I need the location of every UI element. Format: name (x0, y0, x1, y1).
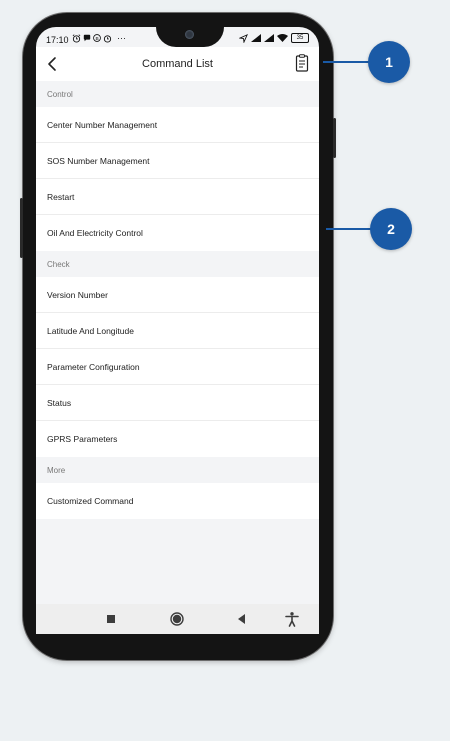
list-item-sos-number-management[interactable]: SOS Number Management (36, 143, 319, 179)
system-nav-bar (36, 604, 319, 634)
battery-icon: 35 (291, 33, 309, 43)
square-icon[interactable] (103, 611, 119, 627)
list-item-version-number[interactable]: Version Number (36, 277, 319, 313)
list-item-latitude-longitude[interactable]: Latitude And Longitude (36, 313, 319, 349)
system-icons: 35 (239, 33, 309, 43)
list-item-center-number-management[interactable]: Center Number Management (36, 107, 319, 143)
section-header-control: Control (36, 81, 319, 107)
accessibility-icon[interactable] (284, 611, 300, 627)
signal-icon (251, 34, 261, 42)
signal-icon-2 (264, 34, 274, 42)
location-arrow-icon (239, 33, 248, 43)
callout-2-line (326, 228, 372, 230)
command-list: Control Center Number Management SOS Num… (36, 81, 319, 519)
power-button (333, 118, 336, 158)
status-time: 17:10 (46, 35, 69, 45)
callout-1: 1 (368, 41, 410, 83)
list-item-oil-electricity-control[interactable]: Oil And Electricity Control (36, 215, 319, 251)
page-title: Command List (142, 58, 213, 70)
app-header: Command List (36, 47, 319, 81)
svg-text:B: B (95, 36, 98, 42)
list-item-gprs-parameters[interactable]: GPRS Parameters (36, 421, 319, 457)
section-header-check: Check (36, 251, 319, 277)
section-header-more: More (36, 457, 319, 483)
home-circle-icon[interactable] (169, 611, 185, 627)
document-list-icon[interactable] (295, 54, 309, 72)
phone-screen: 17:10 B ··· 35 Command List Control Cent… (36, 27, 319, 634)
alarm-icon (72, 33, 81, 43)
callout-2: 2 (370, 208, 412, 250)
more-notifications-indicator: ··· (117, 33, 126, 43)
b-badge-icon: B (93, 34, 101, 42)
chat-icon (83, 34, 91, 42)
front-camera (185, 30, 194, 39)
list-item-status[interactable]: Status (36, 385, 319, 421)
back-triangle-icon[interactable] (234, 611, 250, 627)
camera-notch (156, 27, 224, 47)
alarm-icon-2 (103, 34, 112, 43)
volume-button (20, 198, 23, 258)
list-item-parameter-configuration[interactable]: Parameter Configuration (36, 349, 319, 385)
notification-icons: B ··· (72, 33, 126, 43)
callout-1-line (323, 61, 369, 63)
list-item-customized-command[interactable]: Customized Command (36, 483, 319, 519)
wifi-icon (277, 34, 288, 42)
list-item-restart[interactable]: Restart (36, 179, 319, 215)
